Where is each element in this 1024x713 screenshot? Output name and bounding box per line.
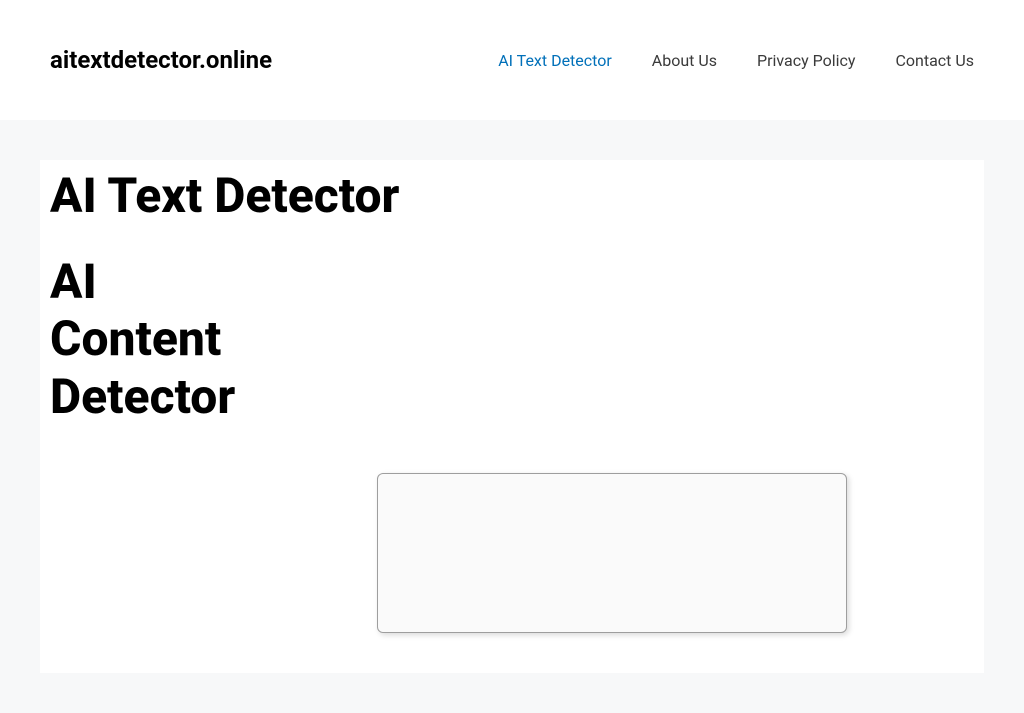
- primary-nav: AI Text Detector About Us Privacy Policy…: [498, 51, 974, 70]
- nav-ai-text-detector[interactable]: AI Text Detector: [498, 51, 612, 70]
- content-input[interactable]: [377, 473, 847, 633]
- content-card: AI Text Detector AI Content Detector: [40, 160, 984, 673]
- site-header: aitextdetector.online AI Text Detector A…: [0, 0, 1024, 120]
- left-column: AI Content Detector: [50, 253, 250, 426]
- nav-contact-us[interactable]: Contact Us: [895, 51, 974, 70]
- site-logo[interactable]: aitextdetector.online: [50, 46, 272, 74]
- page-title: AI Text Detector: [50, 170, 974, 223]
- nav-about-us[interactable]: About Us: [652, 51, 717, 70]
- nav-privacy-policy[interactable]: Privacy Policy: [757, 51, 856, 70]
- content-wrapper: AI Text Detector AI Content Detector: [0, 120, 1024, 713]
- sub-heading: AI Content Detector: [50, 253, 250, 426]
